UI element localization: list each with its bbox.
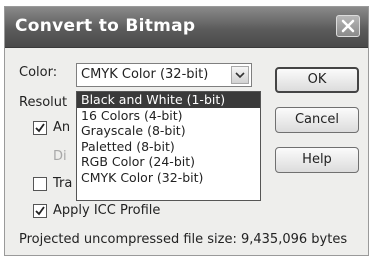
projected-size-text: Projected uncompressed file size: 9,435,… [19, 232, 348, 247]
apply-icc-checkbox[interactable] [33, 204, 47, 218]
checkmark-icon [35, 206, 45, 216]
color-dropdown-list[interactable]: Black and White (1-bit) 16 Colors (4-bit… [76, 91, 261, 201]
color-option-16[interactable]: 16 Colors (4-bit) [77, 108, 260, 124]
dither-label: Di [53, 149, 67, 164]
color-option-bw[interactable]: Black and White (1-bit) [77, 92, 260, 108]
anti-alias-label: An [53, 120, 71, 135]
title-bar[interactable]: Convert to Bitmap [5, 7, 368, 48]
apply-icc-label: Apply ICC Profile [53, 203, 161, 218]
close-icon [341, 19, 355, 33]
color-select-arrow[interactable] [231, 66, 249, 84]
transparent-checkbox[interactable] [33, 177, 47, 191]
color-option-rgb[interactable]: RGB Color (24-bit) [77, 154, 260, 170]
cancel-button[interactable]: Cancel [275, 107, 359, 133]
help-button[interactable]: Help [275, 147, 359, 173]
color-option-grayscale[interactable]: Grayscale (8-bit) [77, 123, 260, 139]
checkmark-icon [35, 123, 45, 133]
color-option-paletted[interactable]: Paletted (8-bit) [77, 139, 260, 155]
convert-to-bitmap-dialog: Convert to Bitmap Color: CMYK Color (32-… [4, 6, 369, 256]
transparent-label: Tra [53, 176, 73, 191]
color-label: Color: [19, 65, 58, 80]
dialog-title: Convert to Bitmap [15, 16, 196, 36]
close-button[interactable] [336, 15, 360, 37]
color-select-value: CMYK Color (32-bit) [81, 67, 209, 82]
anti-alias-checkbox[interactable] [33, 121, 47, 135]
color-select[interactable]: CMYK Color (32-bit) [76, 63, 252, 87]
resolution-label: Resolut [19, 95, 68, 110]
chevron-down-icon [235, 72, 245, 79]
ok-button[interactable]: OK [275, 67, 359, 93]
color-option-cmyk[interactable]: CMYK Color (32-bit) [77, 170, 260, 186]
